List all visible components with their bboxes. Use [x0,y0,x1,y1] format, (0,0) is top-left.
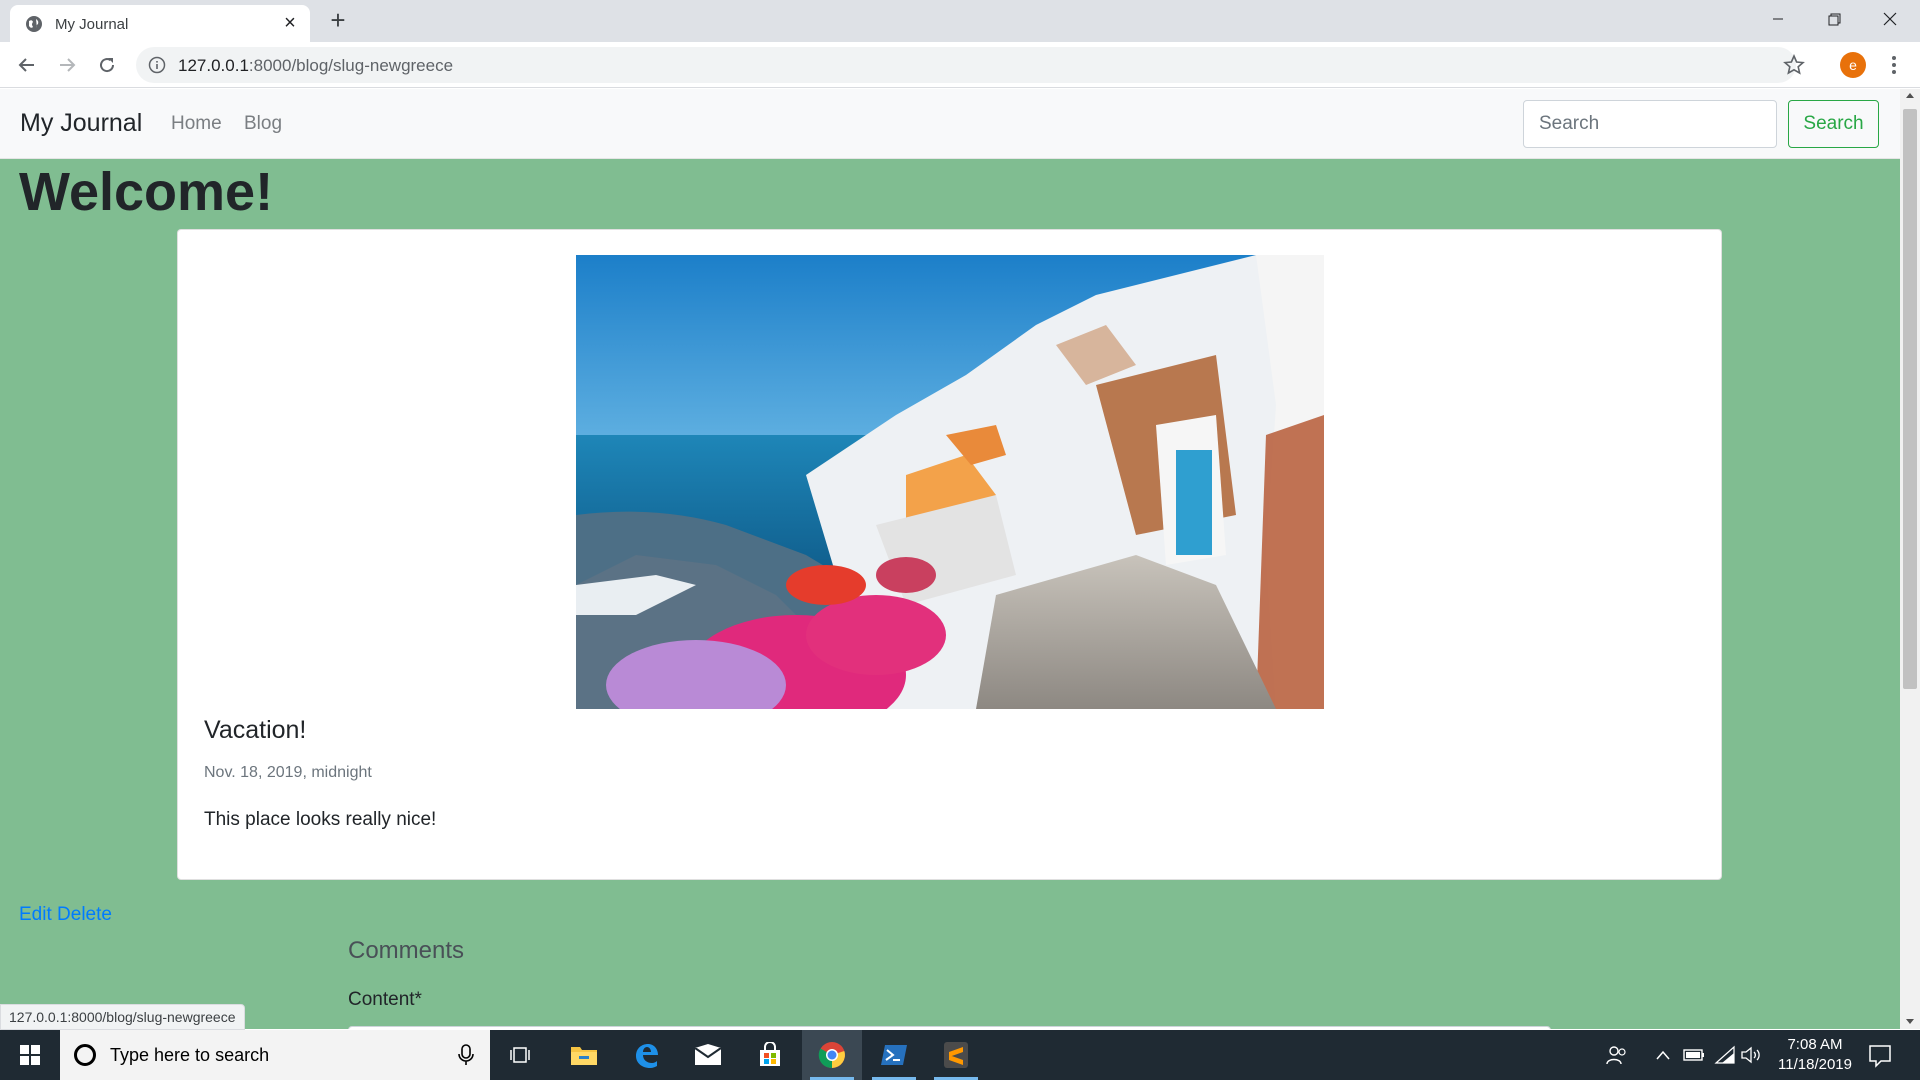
browser-tab[interactable]: My Journal × [10,5,310,42]
wifi-icon[interactable] [1714,1044,1736,1066]
comment-content-textarea[interactable] [348,1026,1551,1029]
comments-heading: Comments [348,937,465,964]
windows-taskbar: Type here to search 7:08 AM 11/18/2019 [0,1030,1920,1080]
volume-icon[interactable] [1740,1044,1762,1066]
profile-avatar[interactable]: e [1840,52,1866,78]
nav-blog-link[interactable]: Blog [244,113,282,135]
action-center-icon[interactable] [1867,1042,1893,1068]
taskbar-search-placeholder: Type here to search [110,1045,270,1065]
cortana-icon [74,1044,96,1066]
taskbar-search-box[interactable]: Type here to search [60,1030,490,1080]
page-heading: Welcome! [19,162,274,222]
site-info-icon[interactable] [148,56,166,74]
microsoft-store-icon[interactable] [740,1030,800,1080]
content-label: Content* [348,989,422,1010]
delete-link[interactable]: Delete [57,904,112,925]
address-bar[interactable]: 127.0.0.1:8000/blog/slug-newgreece [136,47,1796,83]
link-status-bubble: 127.0.0.1:8000/blog/slug-newgreece [0,1004,245,1030]
edge-browser-icon[interactable] [616,1030,676,1080]
scroll-thumb[interactable] [1903,109,1917,689]
file-explorer-icon[interactable] [554,1030,614,1080]
scroll-up-arrow-icon[interactable] [1906,93,1914,98]
forward-arrow-icon[interactable] [52,50,82,80]
mail-icon[interactable] [678,1030,738,1080]
site-navbar: My Journal Home Blog Search [0,89,1900,159]
edit-link[interactable]: Edit [19,904,52,925]
browser-toolbar: 127.0.0.1:8000/blog/slug-newgreece [0,42,1920,88]
close-window-icon[interactable] [1860,0,1920,38]
chrome-icon[interactable] [802,1030,862,1080]
post-title: Vacation! [204,716,307,744]
url-host: 127.0.0.1 [178,56,249,75]
site-search-button[interactable]: Search [1788,100,1879,148]
browser-menu-icon[interactable] [1884,52,1904,78]
reload-icon[interactable] [92,50,122,80]
chevron-up-icon[interactable] [1652,1044,1674,1066]
post-card: Vacation! Nov. 18, 2019, midnight This p… [177,229,1722,880]
task-view-icon[interactable] [490,1030,550,1080]
tab-title: My Journal [55,16,129,33]
taskbar-clock[interactable]: 7:08 AM 11/18/2019 [1770,1035,1860,1075]
post-body: This place looks really nice! [204,809,437,830]
page-scrollbar[interactable] [1900,89,1920,1029]
people-icon[interactable] [1606,1044,1628,1066]
bookmark-star-icon[interactable] [1783,53,1805,76]
browser-tabstrip: My Journal × + [0,0,1920,42]
new-tab-icon[interactable]: + [325,7,351,34]
nav-home-link[interactable]: Home [171,113,222,135]
battery-icon[interactable] [1683,1044,1705,1066]
minimize-window-icon[interactable] [1748,0,1808,38]
page-viewport: My Journal Home Blog Search Welcome! [0,89,1900,1029]
restore-window-icon[interactable] [1804,0,1864,38]
sublime-text-icon[interactable] [926,1030,986,1080]
post-image [576,255,1324,709]
site-search-input[interactable] [1523,100,1777,148]
scroll-down-arrow-icon[interactable] [1906,1019,1914,1024]
url-path: :8000/blog/slug-newgreece [248,56,454,75]
post-actions: Edit Delete [19,904,112,926]
windows-start-icon[interactable] [0,1030,60,1080]
powershell-icon[interactable] [864,1030,924,1080]
clock-date: 11/18/2019 [1778,1056,1852,1073]
post-date: Nov. 18, 2019, midnight [204,764,372,781]
site-brand[interactable]: My Journal [20,109,142,138]
clock-time: 7:08 AM [1787,1036,1843,1053]
globe-icon [25,15,43,33]
back-arrow-icon[interactable] [12,50,42,80]
close-tab-icon[interactable]: × [280,13,300,33]
microphone-icon[interactable] [454,1043,478,1067]
address-url: 127.0.0.1:8000/blog/slug-newgreece [178,56,453,76]
